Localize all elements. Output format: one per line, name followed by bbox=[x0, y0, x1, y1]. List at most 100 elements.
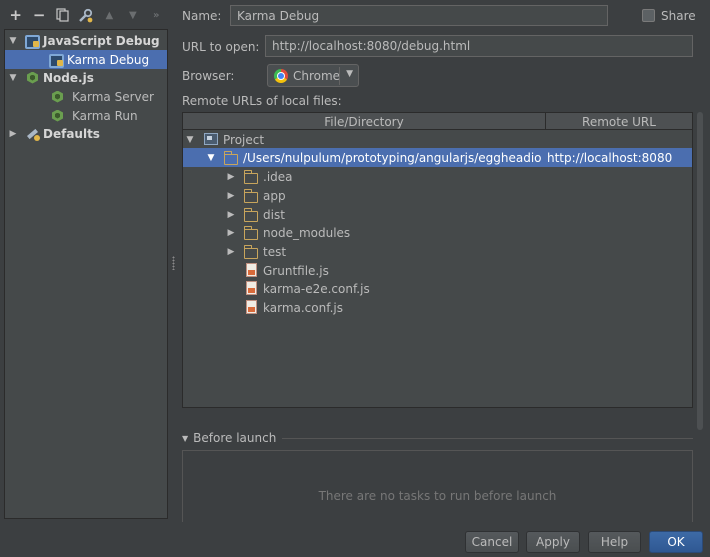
row-name: test bbox=[263, 244, 287, 259]
collapsed-arrow-icon[interactable]: ▶ bbox=[225, 228, 237, 238]
folder-icon bbox=[244, 208, 258, 222]
row-name: Project bbox=[223, 132, 265, 147]
tree-item-label: Karma Debug bbox=[67, 52, 150, 67]
table-row[interactable]: ▶ app bbox=[183, 186, 692, 205]
row-name: karma.conf.js bbox=[263, 300, 343, 315]
collapsed-arrow-icon[interactable]: ▶ bbox=[225, 172, 237, 182]
remote-urls-label: Remote URLs of local files: bbox=[182, 94, 342, 108]
scrollbar-thumb[interactable] bbox=[697, 112, 703, 430]
move-up-button[interactable]: ▲ bbox=[98, 4, 121, 26]
more-button[interactable]: » bbox=[145, 4, 168, 26]
nodejs-icon bbox=[51, 90, 64, 104]
browser-select[interactable]: Chrome ▼ bbox=[267, 64, 359, 87]
browser-label: Browser: bbox=[182, 69, 235, 83]
tree-item-defaults[interactable]: ▶ Defaults bbox=[5, 124, 167, 143]
collapse-arrow-icon[interactable]: ▼ bbox=[182, 434, 188, 443]
expanded-arrow-icon[interactable]: ▼ bbox=[205, 153, 217, 163]
folder-icon bbox=[224, 151, 238, 165]
empty-tasks-text: There are no tasks to run before launch bbox=[318, 489, 557, 503]
run-configurations-dialog: + − ▲ ▼ » ▼ JavaScript Debug Karma Debug… bbox=[0, 0, 710, 557]
wrench-icon bbox=[79, 8, 93, 22]
tree-item-karma-debug[interactable]: Karma Debug bbox=[5, 50, 167, 69]
edit-defaults-button[interactable] bbox=[74, 4, 97, 26]
expanded-arrow-icon[interactable]: ▼ bbox=[7, 36, 19, 46]
javascript-debug-icon bbox=[49, 53, 64, 68]
column-header-remote-url[interactable]: Remote URL bbox=[546, 113, 692, 130]
row-name: karma-e2e.conf.js bbox=[263, 281, 370, 296]
config-toolbar: + − ▲ ▼ » bbox=[4, 4, 168, 26]
table-row[interactable]: karma-e2e.conf.js bbox=[183, 279, 692, 298]
tree-item-javascript-debug[interactable]: ▼ JavaScript Debug bbox=[5, 31, 167, 50]
url-field[interactable]: http://localhost:8080/debug.html bbox=[265, 35, 693, 57]
arrow-down-icon: ▼ bbox=[128, 9, 137, 21]
remove-config-button[interactable]: − bbox=[27, 4, 50, 26]
remote-urls-table[interactable]: File/Directory Remote URL ▼ Project ▼ /U… bbox=[182, 112, 693, 408]
project-icon bbox=[204, 133, 218, 145]
table-row[interactable]: ▶ node_modules bbox=[183, 223, 692, 242]
table-row[interactable]: ▼ /Users/nulpulum/prototyping/angularjs/… bbox=[183, 148, 692, 167]
collapsed-arrow-icon[interactable]: ▶ bbox=[225, 247, 237, 257]
collapsed-arrow-icon[interactable]: ▶ bbox=[225, 191, 237, 201]
move-down-button[interactable]: ▼ bbox=[121, 4, 144, 26]
tree-item-karma-run[interactable]: Karma Run bbox=[5, 106, 167, 125]
table-row[interactable]: karma.conf.js bbox=[183, 298, 692, 317]
double-chevron-icon: » bbox=[153, 9, 160, 21]
share-checkbox[interactable] bbox=[642, 9, 655, 22]
tree-item-nodejs[interactable]: ▼ Node.js bbox=[5, 68, 167, 87]
collapsed-arrow-icon[interactable]: ▶ bbox=[7, 129, 19, 139]
row-remote-url[interactable]: http://localhost:8080 bbox=[547, 151, 672, 165]
name-field[interactable]: Karma Debug bbox=[230, 5, 608, 26]
tree-item-label: Node.js bbox=[43, 70, 94, 85]
nodejs-icon bbox=[26, 71, 39, 85]
table-row[interactable]: ▶ test bbox=[183, 242, 692, 261]
expanded-arrow-icon[interactable]: ▼ bbox=[7, 73, 19, 83]
url-label: URL to open: bbox=[182, 40, 260, 54]
section-divider bbox=[282, 437, 693, 439]
tree-item-label: JavaScript Debug bbox=[43, 33, 160, 48]
row-name: dist bbox=[263, 207, 285, 222]
name-label: Name: bbox=[182, 9, 222, 23]
combo-divider bbox=[339, 67, 340, 85]
folder-icon bbox=[244, 189, 258, 203]
expanded-arrow-icon[interactable]: ▼ bbox=[184, 135, 196, 145]
table-row[interactable]: ▶ dist bbox=[183, 205, 692, 224]
row-name: /Users/nulpulum/prototyping/angularjs/eg… bbox=[243, 150, 542, 165]
minus-icon: − bbox=[32, 6, 46, 24]
add-config-button[interactable]: + bbox=[4, 4, 27, 26]
row-name: Gruntfile.js bbox=[263, 263, 329, 278]
cancel-button[interactable]: Cancel bbox=[465, 531, 519, 553]
vertical-scrollbar[interactable] bbox=[697, 112, 703, 430]
folder-icon bbox=[244, 245, 258, 259]
column-header-file[interactable]: File/Directory bbox=[183, 113, 546, 130]
row-name: .idea bbox=[263, 169, 293, 184]
apply-button[interactable]: Apply bbox=[526, 531, 580, 553]
before-launch-tasks[interactable]: There are no tasks to run before launch bbox=[182, 450, 693, 522]
chrome-icon bbox=[274, 68, 288, 83]
collapsed-arrow-icon[interactable]: ▶ bbox=[225, 210, 237, 220]
tree-item-label: Karma Run bbox=[72, 108, 138, 123]
table-row[interactable]: ▼ Project bbox=[183, 130, 692, 149]
left-panel: + − ▲ ▼ » ▼ JavaScript Debug Karma Debug… bbox=[0, 0, 170, 522]
help-button[interactable]: Help bbox=[588, 531, 641, 553]
plus-icon: + bbox=[9, 6, 22, 24]
name-field-value: Karma Debug bbox=[237, 8, 320, 23]
table-row[interactable]: ▶ .idea bbox=[183, 167, 692, 186]
js-file-icon bbox=[246, 281, 257, 295]
nodejs-icon bbox=[51, 109, 64, 123]
config-tree[interactable]: ▼ JavaScript Debug Karma Debug ▼ Node.js… bbox=[4, 29, 168, 519]
javascript-debug-icon bbox=[25, 34, 40, 49]
url-field-value: http://localhost:8080/debug.html bbox=[272, 39, 471, 53]
splitter-handle[interactable] bbox=[172, 256, 175, 270]
row-name: app bbox=[263, 188, 286, 203]
ok-button[interactable]: OK bbox=[649, 531, 703, 553]
tree-item-karma-server[interactable]: Karma Server bbox=[5, 87, 167, 106]
js-file-icon bbox=[246, 263, 257, 277]
copy-config-button[interactable] bbox=[51, 4, 74, 26]
browser-select-value: Chrome bbox=[293, 68, 341, 83]
chevron-down-icon[interactable]: ▼ bbox=[346, 69, 353, 79]
before-launch-header[interactable]: ▼ Before launch bbox=[182, 430, 693, 446]
arrow-up-icon: ▲ bbox=[105, 9, 114, 21]
tree-item-label: Karma Server bbox=[72, 89, 154, 104]
table-row[interactable]: Gruntfile.js bbox=[183, 261, 692, 280]
folder-icon bbox=[244, 226, 258, 240]
